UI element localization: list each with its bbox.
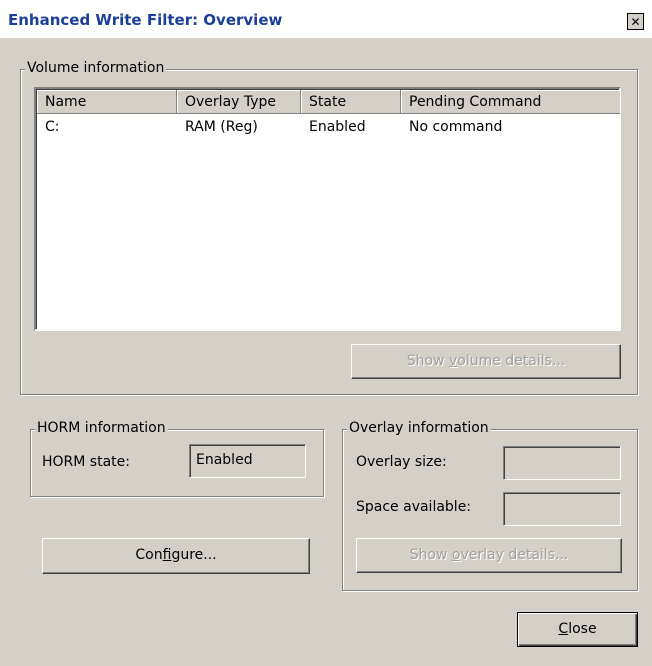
title-bar: Enhanced Write Filter: Overview ✕: [0, 0, 652, 38]
show-volume-details-button[interactable]: Show volume details...: [351, 344, 621, 379]
volume-list[interactable]: Name Overlay Type State Pending Command …: [34, 87, 621, 331]
space-available-label: Space available:: [356, 499, 472, 515]
window-title: Enhanced Write Filter: Overview: [8, 11, 283, 29]
column-header-pending-command[interactable]: Pending Command: [401, 90, 620, 114]
overlay-size-label: Overlay size:: [356, 454, 447, 470]
cell-state: Enabled: [309, 119, 366, 135]
column-header-name[interactable]: Name: [37, 90, 177, 114]
volume-list-header: Name Overlay Type State Pending Command: [37, 90, 620, 114]
show-overlay-details-button[interactable]: Show overlay details...: [356, 538, 622, 573]
horm-information-label: HORM information: [35, 420, 168, 436]
close-icon[interactable]: ✕: [627, 13, 644, 30]
overlay-size-field: [503, 446, 621, 480]
horm-state-label: HORM state:: [42, 454, 130, 470]
column-header-state[interactable]: State: [301, 90, 401, 114]
table-row[interactable]: C: RAM (Reg) Enabled No command: [37, 116, 620, 138]
configure-button[interactable]: Configure...: [42, 538, 310, 574]
horm-state-value: Enabled: [189, 444, 306, 478]
cell-pending-command: No command: [409, 119, 503, 135]
close-button[interactable]: Close: [517, 612, 638, 647]
ewf-overview-dialog: Enhanced Write Filter: Overview ✕ Volume…: [0, 0, 652, 666]
space-available-field: [503, 492, 621, 526]
overlay-information-label: Overlay information: [347, 420, 491, 436]
volume-information-label: Volume information: [25, 60, 167, 76]
cell-overlay-type: RAM (Reg): [185, 119, 258, 135]
column-header-overlay-type[interactable]: Overlay Type: [177, 90, 301, 114]
cell-name: C:: [45, 119, 60, 135]
